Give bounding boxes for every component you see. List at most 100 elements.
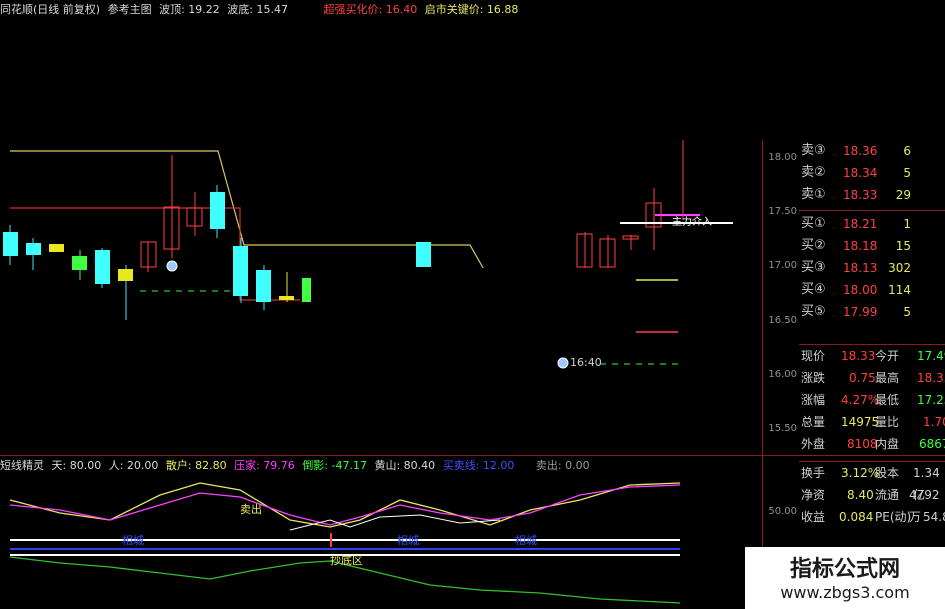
watermark-logo: 指标公式网 www.zbgs3.com [745, 547, 945, 609]
panel-divider [0, 455, 945, 456]
ob-label: 买① [801, 216, 826, 231]
indicator-sell-out: 卖出: 0.00 [535, 459, 590, 472]
cross-tag: 相城 [397, 534, 419, 547]
indicator-shadow: 倒影: -47.17 [302, 459, 367, 472]
price-tick: 15.50 [768, 423, 797, 434]
stat-value: 18.33 [917, 371, 945, 385]
watermark-url: www.zbgs3.com [780, 583, 910, 602]
watermark-title: 指标公式网 [789, 557, 900, 582]
stat-label: 最低 [875, 393, 900, 407]
stat-value: 3.12% [841, 466, 880, 480]
stat-row: 外盘 8108内盘 6867 [799, 433, 945, 455]
super-strong-price: 超强买化价: 16.40 [323, 3, 418, 16]
stat-label: 外盘 [801, 437, 826, 451]
cross-tag: 相城 [122, 534, 144, 547]
market-key-price: 启市关键价: 16.88 [424, 3, 519, 16]
marker-text: 主力介入 [672, 217, 712, 228]
ob-label: 买⑤ [801, 304, 826, 319]
stat-label: 股本 [875, 466, 900, 480]
indicator-chart[interactable] [0, 475, 762, 609]
stat-label: 今开 [875, 349, 900, 363]
stat-value: 4.27% [841, 393, 880, 407]
time-tag: 16:40 [570, 356, 602, 369]
stat-row: 换手 3.12% 股本 1.34亿 [799, 462, 945, 502]
stat-label: 涨幅 [801, 393, 826, 407]
order-book-row[interactable]: 买④ 18.00 114 [799, 279, 945, 301]
order-book-row[interactable]: 买① 18.21 1 [799, 213, 945, 235]
ob-volume: 29 [895, 188, 911, 202]
stat-row: 涨跌 0.75最高 18.33 [799, 367, 945, 389]
price-tick: 18.00 [768, 152, 797, 163]
order-book-row[interactable]: 买② 18.18 15 [799, 235, 945, 257]
signal-ball-icon [557, 357, 569, 369]
stat-label: 净资 [801, 488, 826, 502]
stat-value: 1.70 [923, 415, 945, 429]
stat-label: 内盘 [875, 437, 900, 451]
ob-volume: 6 [903, 144, 911, 158]
order-book-row[interactable]: 卖① 18.33 29 [799, 184, 945, 206]
price-tick: 17.50 [768, 206, 797, 217]
ob-volume: 114 [888, 283, 911, 297]
indicator-person: 人: 20.00 [108, 459, 159, 472]
ob-price: 18.21 [843, 217, 878, 231]
ob-price: 18.36 [843, 144, 878, 158]
ob-volume: 15 [895, 239, 911, 253]
indicator-retail: 散户: 82.80 [165, 459, 227, 472]
order-book-row[interactable]: 买③ 18.13 302 [799, 257, 945, 279]
signal-ball-icon [166, 260, 178, 272]
order-book-row[interactable]: 卖③ 18.36 6 [799, 140, 945, 162]
indicator-yellow-mountain: 黄山: 80.40 [374, 459, 436, 472]
ob-label: 卖② [801, 165, 826, 180]
order-book-row[interactable]: 卖② 18.34 5 [799, 162, 945, 184]
indicator-header: 短线精灵 天: 80.00 人: 20.00 散户: 82.80 压家: 79.… [0, 457, 594, 475]
ob-price: 18.34 [843, 166, 878, 180]
stat-value: 54.8 [923, 510, 945, 524]
stat-label: 涨跌 [801, 371, 826, 385]
stat-row: 现价 18.33今开 17.49 [799, 345, 945, 367]
stat-label: 换手 [801, 466, 826, 480]
app-title: 同花顺(日线 前复权) [0, 3, 101, 16]
order-book: 卖③ 18.36 6 卖② 18.34 5 卖① 18.33 29 买① 18.21 1 买② 1… [799, 140, 945, 323]
stat-row: 净资 8.40 流通 4792万 [799, 484, 945, 524]
price-tick: 16.00 [768, 369, 797, 380]
ob-volume: 5 [903, 166, 911, 180]
chart-title-bar: 同花顺(日线 前复权) 参考主图 波顶: 19.22 波底: 15.47 超强买… [0, 0, 533, 20]
stat-label: 收益 [801, 510, 826, 524]
indicator-name[interactable]: 短线精灵 [0, 459, 44, 472]
wave-top-label: 波顶: 19.22 [159, 3, 220, 16]
stat-value: 8108 [847, 437, 878, 451]
stat-row: 涨幅 4.27%最低 17.25 [799, 389, 945, 411]
chart-name: 参考主图 [107, 3, 152, 16]
cross-tag: 相城 [515, 534, 537, 547]
stat-label: 总量 [801, 415, 826, 429]
ob-label: 买③ [801, 260, 826, 275]
ob-price: 18.13 [843, 261, 878, 275]
stat-value: 0.084 [839, 510, 874, 524]
stat-row: 总量 14975量比 1.70 [799, 411, 945, 433]
stat-label: 最高 [875, 371, 900, 385]
ob-volume: 302 [888, 261, 911, 275]
indicator-pressure: 压家: 79.76 [234, 459, 295, 472]
stat-value: 14975 [841, 415, 880, 429]
ob-price: 17.99 [843, 305, 878, 319]
indicator-tick: 50.00 [768, 506, 797, 517]
sell-tag: 卖出 [240, 503, 262, 516]
stat-value: 17.25 [917, 393, 945, 407]
quote-stats: 现价18.33今开17.49 涨跌0.75最高18.33 涨幅4.27%最低17… [799, 344, 945, 528]
indicator-buy-line: 买卖线: 12.00 [442, 459, 515, 472]
ob-volume: 1 [903, 217, 911, 231]
stat-label: 现价 [801, 349, 826, 363]
masked-region [533, 0, 945, 140]
wave-bottom-label: 波底: 15.47 [227, 3, 288, 16]
stat-value: 8.40 [847, 488, 874, 502]
ob-label: 卖① [801, 187, 826, 202]
stat-label: 量比 [875, 415, 900, 429]
price-axis: 18.00 17.50 17.00 16.50 16.00 15.50 [762, 140, 799, 458]
ob-label: 买④ [801, 282, 826, 297]
ob-label: 买② [801, 238, 826, 253]
order-book-row[interactable]: 买⑤ 17.99 5 [799, 301, 945, 323]
ob-label: 卖③ [801, 143, 826, 158]
stat-row: 收益 0.084PE(动) 54.8 [799, 506, 945, 528]
price-tick: 16.50 [768, 315, 797, 326]
stat-label: PE(动) [875, 510, 912, 524]
